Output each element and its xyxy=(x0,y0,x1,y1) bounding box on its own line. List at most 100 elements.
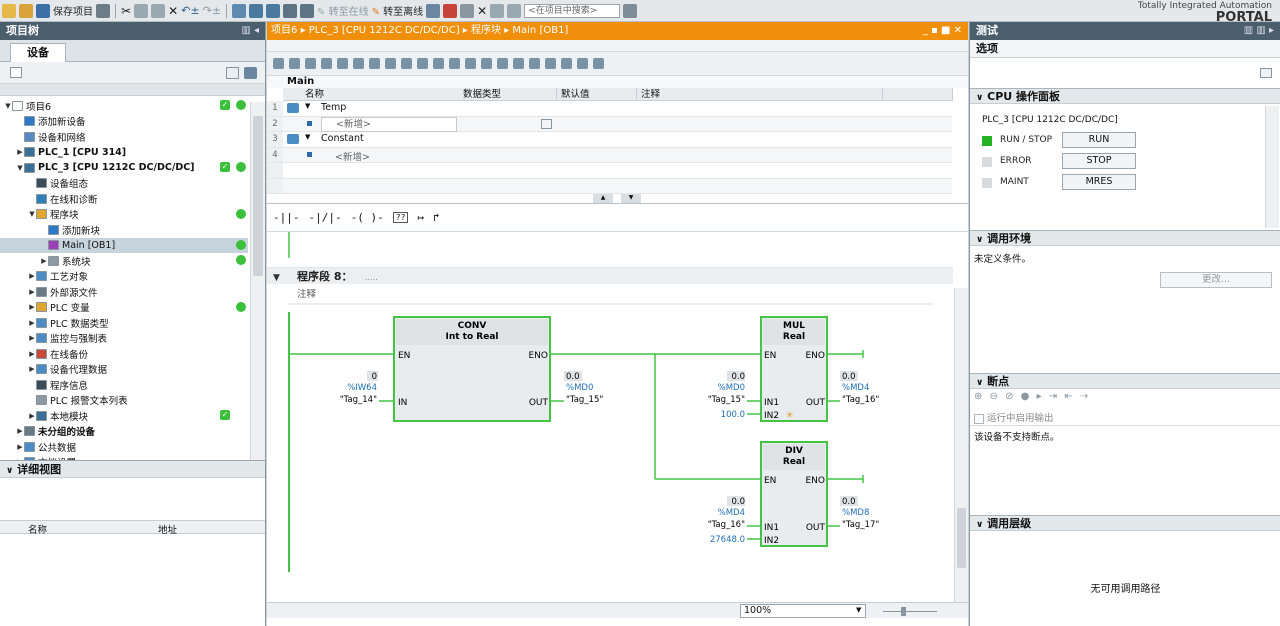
detail-col-name[interactable]: 名称 xyxy=(28,522,47,536)
split-vertical-icon[interactable] xyxy=(507,3,522,18)
breakpoint-icon[interactable] xyxy=(513,58,524,69)
tree-item[interactable]: ▶ 监控与强制表 xyxy=(0,331,248,347)
div-in1-tag[interactable]: "Tag_16" xyxy=(708,520,745,530)
conv-out-tag[interactable]: "Tag_15" xyxy=(566,395,603,405)
download-icon[interactable] xyxy=(249,3,263,18)
cross-ref-icon[interactable] xyxy=(460,3,475,18)
tree-item[interactable]: ▶ 系统块 xyxy=(0,253,248,269)
insert-row-icon[interactable] xyxy=(305,58,316,69)
tree-item[interactable]: PLC 报警文本列表 xyxy=(0,393,248,409)
iface-splitter-up-icon[interactable]: ▲ xyxy=(593,194,613,203)
close-all-icon[interactable] xyxy=(369,58,380,69)
iface-col-name[interactable]: 名称 xyxy=(283,88,461,101)
nc-contact-button[interactable]: -|/|- xyxy=(309,211,342,224)
change-button[interactable]: 更改... xyxy=(1160,272,1272,288)
close-branch-button[interactable]: ↱ xyxy=(433,211,440,224)
networks-comment-icon[interactable] xyxy=(417,58,428,69)
conv-in-address[interactable]: %IW64 xyxy=(347,383,377,393)
collapse-panel-icon[interactable]: ▥ ◂ xyxy=(241,22,259,40)
tree-expand-icon[interactable]: ▼ xyxy=(28,210,36,218)
tab-devices[interactable]: 设备 xyxy=(10,43,66,62)
show-table-icon[interactable] xyxy=(226,67,239,79)
no-contact-button[interactable]: -||- xyxy=(273,211,300,224)
tree-expand-icon[interactable]: ▶ xyxy=(16,443,24,451)
div-out-tag[interactable]: "Tag_17" xyxy=(842,520,879,530)
open-all-icon[interactable] xyxy=(353,58,364,69)
tree-item[interactable]: ▼ 程序块 xyxy=(0,207,248,223)
upload-icon[interactable] xyxy=(266,3,280,18)
monitor-on-off-icon[interactable] xyxy=(577,58,588,69)
conv-in-tag[interactable]: "Tag_14" xyxy=(340,395,377,405)
call-env-header[interactable]: ∨ 调用环境 xyxy=(970,230,1280,246)
run-button[interactable]: RUN xyxy=(1062,132,1136,148)
cpu-panel-expand-icon[interactable]: ∨ xyxy=(976,93,983,103)
coil-button[interactable]: -( )- xyxy=(351,211,384,224)
detail-expand-icon[interactable]: ∨ xyxy=(6,466,13,476)
tree-item[interactable]: ▶ 外部源文件 xyxy=(0,284,248,300)
stop-button[interactable]: STOP xyxy=(1062,153,1136,169)
crumb-program-blocks[interactable]: 程序块 xyxy=(471,25,501,36)
enable-output-checkbox[interactable]: 运行中启用输出 xyxy=(974,410,1054,424)
start-cpu-icon[interactable] xyxy=(426,3,441,18)
tree-expand-icon[interactable]: ▶ xyxy=(28,365,36,373)
tree-item[interactable]: ▼ 项目6 ✓ xyxy=(0,98,248,114)
detail-view-header[interactable]: ∨ 详细视图 xyxy=(0,460,265,478)
div-out-address[interactable]: %MD8 xyxy=(842,508,869,518)
tree-expand-icon[interactable]: ▼ xyxy=(16,164,24,172)
tree-item[interactable]: ▶ 公共数据 xyxy=(0,439,248,455)
mres-button[interactable]: MRES xyxy=(1062,174,1136,190)
iface-col-comment[interactable]: 注释 xyxy=(637,88,883,101)
redo-icon[interactable]: ↷± xyxy=(203,4,221,17)
crumb-plc[interactable]: PLC_3 [CPU 1212C DC/DC/DC] xyxy=(309,25,460,36)
tree-item[interactable]: Main [OB1] xyxy=(0,237,248,253)
favorites-icon[interactable] xyxy=(401,58,412,69)
tree-item[interactable]: ▶ PLC_1 [CPU 314] xyxy=(0,145,248,161)
tree-item[interactable]: ▶ PLC 变量 xyxy=(0,300,248,316)
window-controls[interactable]: _ ▪ ■ ✕ xyxy=(923,22,962,40)
search-icon[interactable] xyxy=(623,3,638,18)
tree-item[interactable]: ▶ 在线备份 xyxy=(0,346,248,362)
tree-item[interactable]: ▼ PLC_3 [CPU 1212C DC/DC/DC] ✓ xyxy=(0,160,248,176)
zoom-slider-handle[interactable] xyxy=(901,607,906,616)
restore-icon[interactable] xyxy=(1260,68,1272,78)
stop-cpu-icon[interactable] xyxy=(443,3,458,18)
monitor-icon[interactable] xyxy=(497,58,508,69)
go-online-button[interactable]: ✎ 转至在线 xyxy=(317,3,369,18)
simulation-icon[interactable] xyxy=(283,3,297,18)
add-input-icon[interactable]: ✳ xyxy=(786,411,794,421)
tree-expand-icon[interactable]: ▶ xyxy=(28,303,36,311)
panel-controls-icon[interactable]: ▥ ▥ ▸ xyxy=(1244,22,1274,40)
tree-item[interactable]: 设备和网络 xyxy=(0,129,248,145)
tree-expand-icon[interactable]: ▼ xyxy=(4,102,12,110)
options-header[interactable]: 选项 xyxy=(970,40,1280,58)
tree-expand-icon[interactable]: ▶ xyxy=(28,288,36,296)
editor-scrollbar[interactable] xyxy=(954,288,968,606)
breakpoints-expand-icon[interactable]: ∨ xyxy=(976,378,983,388)
mul-in1-address[interactable]: %MD0 xyxy=(718,383,745,393)
save-project-button[interactable]: 保存项目 xyxy=(53,3,93,18)
conv-block[interactable]: CONV Int to Real EN ENO IN OUT xyxy=(393,316,551,422)
iface-row-temp[interactable]: 1 ▼ Temp xyxy=(267,101,952,117)
call-hierarchy-header[interactable]: ∨ 调用层级 xyxy=(970,515,1280,531)
cut-icon[interactable]: ✂ xyxy=(121,4,131,18)
iface-new-input[interactable]: <新增> xyxy=(321,116,457,132)
div-in1-address[interactable]: %MD4 xyxy=(718,508,745,518)
branch-icon[interactable] xyxy=(337,58,348,69)
print-icon[interactable] xyxy=(96,3,110,18)
go-to-error-icon[interactable] xyxy=(465,58,476,69)
div-in2-value[interactable]: 27648.0 xyxy=(710,535,745,545)
expand-arrow-icon[interactable]: ▼ xyxy=(305,133,310,141)
tree-scroll-thumb[interactable] xyxy=(253,116,263,276)
tree-item[interactable]: ▶ PLC 数据类型 xyxy=(0,315,248,331)
iface-row-new[interactable]: 4 <新增> xyxy=(267,147,952,163)
tree-item[interactable]: 添加新设备 xyxy=(0,114,248,130)
tree-expand-icon[interactable]: ▶ xyxy=(16,427,24,435)
glasses-icon[interactable] xyxy=(593,58,604,69)
tree-item[interactable]: ▶ 本地模块 ✓ xyxy=(0,408,248,424)
mul-out-address[interactable]: %MD4 xyxy=(842,383,869,393)
compile-icon[interactable] xyxy=(232,3,246,18)
crumb-project[interactable]: 项目6 xyxy=(271,25,297,36)
tree-item[interactable]: ▶ 工艺对象 xyxy=(0,269,248,285)
zoom-dropdown-icon[interactable]: ▼ xyxy=(856,606,861,614)
mul-in2-value[interactable]: 100.0 xyxy=(721,410,745,420)
